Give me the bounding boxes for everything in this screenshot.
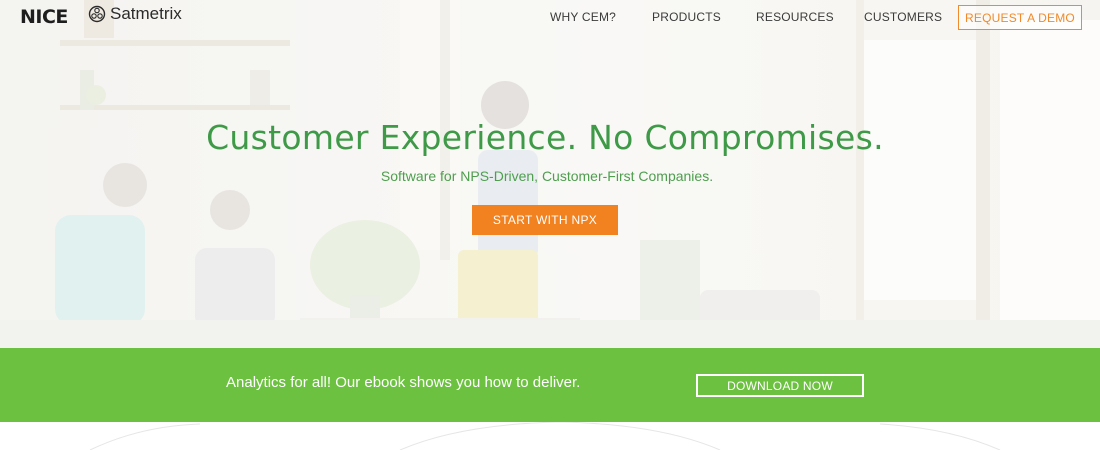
main-nav: WHY CEM? PRODUCTS RESOURCES CUSTOMERS: [0, 10, 1100, 30]
hero-headline: Customer Experience. No Compromises.: [206, 118, 884, 157]
below-fold-section: [0, 422, 1100, 450]
nav-customers[interactable]: CUSTOMERS: [864, 10, 942, 24]
nav-products[interactable]: PRODUCTS: [652, 10, 721, 24]
promo-text: Analytics for all! Our ebook shows you h…: [226, 374, 581, 391]
site-header: NICE Satmetrix WHY CEM? PRODUCTS RESOURC…: [0, 0, 1100, 36]
hero-subheadline: Software for NPS-Driven, Customer-First …: [380, 168, 714, 184]
promo-banner: Analytics for all! Our ebook shows you h…: [0, 348, 1100, 422]
nav-resources[interactable]: RESOURCES: [756, 10, 834, 24]
request-demo-button[interactable]: REQUEST A DEMO: [958, 5, 1082, 30]
download-now-button[interactable]: DOWNLOAD NOW: [696, 374, 864, 397]
nav-why-cem[interactable]: WHY CEM?: [550, 10, 616, 24]
start-with-npx-button[interactable]: START WITH NPX: [472, 205, 618, 235]
decorative-arcs: [89, 422, 1001, 450]
